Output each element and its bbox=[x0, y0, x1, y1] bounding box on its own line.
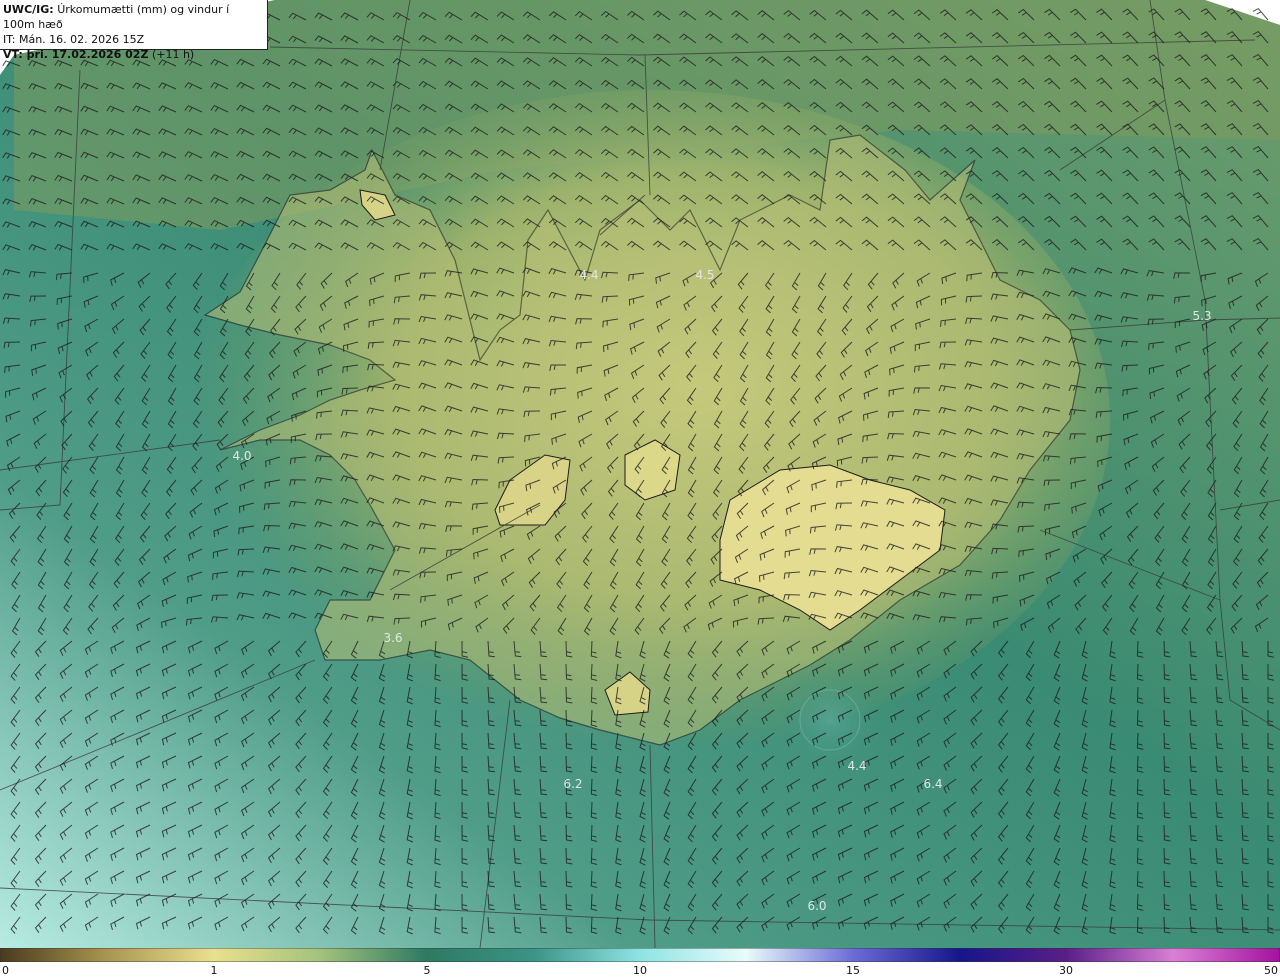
map-value-label: 6.4 bbox=[923, 777, 943, 791]
map-value-label: 4.5 bbox=[695, 268, 715, 282]
map-value-label: 3.6 bbox=[383, 631, 403, 645]
map-value-label: 4.4 bbox=[579, 268, 599, 282]
map-value-label: 4.4 bbox=[847, 759, 867, 773]
colorbar-tick: 10 bbox=[633, 964, 647, 977]
colorbar-tick: 0 bbox=[2, 964, 9, 977]
colorbar-tick: 15 bbox=[846, 964, 860, 977]
colorbar-tick: 30 bbox=[1059, 964, 1073, 977]
map-info-box: UWC/IG: Úrkomumætti (mm) og vindur í 100… bbox=[0, 0, 268, 61]
precipitation-colorbar bbox=[0, 948, 1280, 962]
map-value-label: 6.0 bbox=[807, 899, 827, 913]
map-value-label: 6.2 bbox=[563, 777, 583, 791]
valid-time: VT: þri. 17.02.2026 02Z bbox=[3, 48, 149, 61]
colorbar-tick: 1 bbox=[210, 964, 218, 977]
colorbar-tick: 5 bbox=[423, 964, 431, 977]
initial-time: IT: Mán. 16. 02. 2026 15Z bbox=[3, 33, 145, 46]
header-line-title: UWC/IG: Úrkomumætti (mm) og vindur í 100… bbox=[3, 2, 264, 32]
model-code: UWC/IG: bbox=[3, 3, 54, 16]
precipitation-wind-map bbox=[0, 0, 1280, 948]
colorbar-ticks: 0 1 5 10 15 30 50 bbox=[0, 962, 1280, 978]
header-line-valid: VT: þri. 17.02.2026 02Z (+11 h) bbox=[3, 47, 264, 62]
map-value-label: 5.3 bbox=[1192, 309, 1212, 323]
colorbar-tick: 50 bbox=[1264, 964, 1278, 977]
map-value-label: 4.0 bbox=[232, 449, 252, 463]
forecast-offset: (+11 h) bbox=[151, 48, 195, 61]
